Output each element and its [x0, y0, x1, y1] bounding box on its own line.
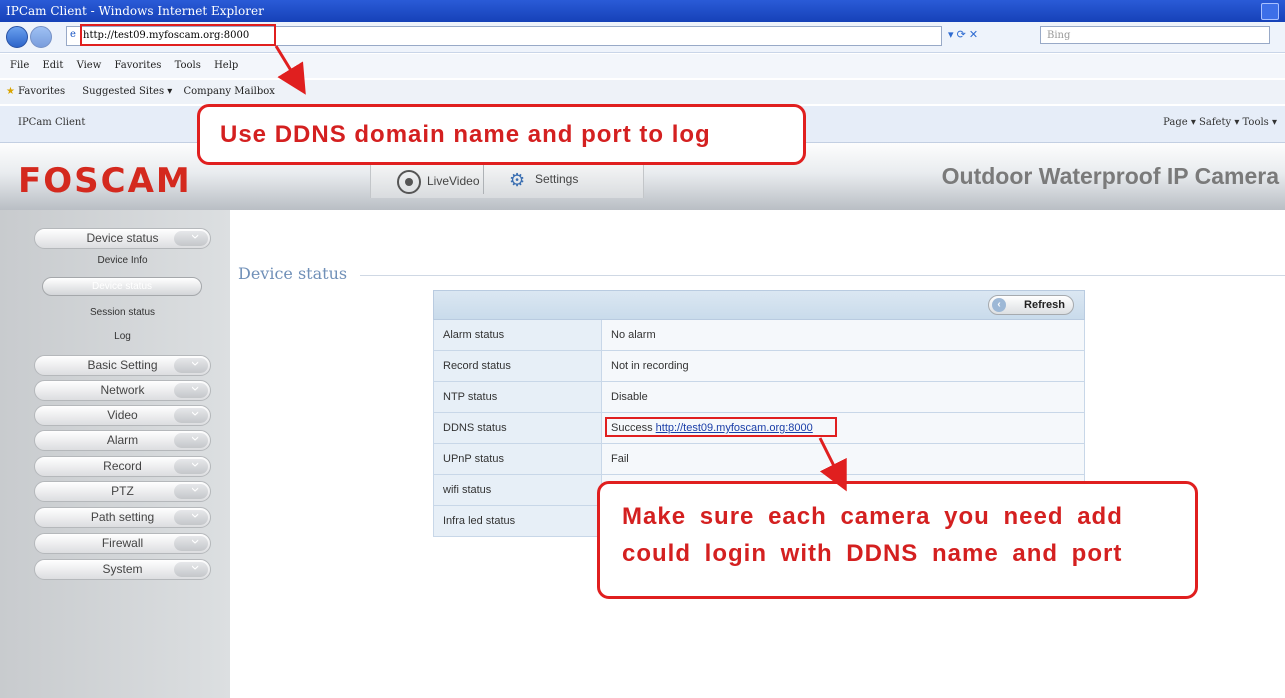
row-value: Fail [602, 444, 1084, 474]
back-icon[interactable] [6, 26, 28, 48]
window-control-button[interactable] [1261, 3, 1279, 20]
row-value: No alarm [602, 320, 1084, 350]
sidebar-item-device-status[interactable]: Device status [34, 228, 211, 249]
tab-settings[interactable]: ⚙ Settings [509, 170, 578, 190]
sidebar-item-label: Alarm [106, 433, 139, 447]
sidebar-item-label: Path setting [90, 510, 155, 524]
sidebar-item-record[interactable]: Record [34, 456, 211, 477]
table-header: ‹ Refresh [433, 290, 1085, 320]
search-input[interactable]: Bing [1040, 26, 1270, 44]
row-label: DDNS status [434, 413, 602, 443]
menu-help[interactable]: Help [214, 60, 238, 71]
chevron-down-icon [174, 510, 208, 525]
chevron-down-icon [174, 536, 208, 551]
sidebar-item-basic-setting[interactable]: Basic Setting [34, 355, 211, 376]
menu-edit[interactable]: Edit [42, 60, 63, 71]
favorites-star-icon: ★ [6, 86, 15, 97]
company-mailbox-link[interactable]: Company Mailbox [183, 86, 274, 97]
sidebar-item-firewall[interactable]: Firewall [34, 533, 211, 554]
sidebar-item-label: Record [103, 459, 142, 473]
row-label: wifi status [434, 475, 602, 505]
refresh-label: Refresh [1024, 299, 1065, 311]
sidebar-item-label: Video [107, 408, 138, 422]
tab-settings-label: Settings [535, 172, 579, 187]
chevron-down-icon [174, 433, 208, 448]
table-row: NTP status Disable [433, 382, 1085, 413]
sidebar-item-label: Basic Setting [87, 358, 158, 372]
sidebar-item-system[interactable]: System [34, 559, 211, 580]
chevron-down-icon [174, 408, 208, 423]
tab-livevideo-label: LiveVideo [427, 174, 480, 189]
menu-file[interactable]: File [10, 60, 29, 71]
sidebar-item-ptz[interactable]: PTZ [34, 481, 211, 502]
table-row: Alarm status No alarm [433, 320, 1085, 351]
page-title: Device status [238, 264, 348, 283]
menu-tools[interactable]: Tools [175, 60, 201, 71]
ie-page-icon: e [70, 29, 76, 40]
favorites-bar: ★ Favorites Suggested Sites ▾ Company Ma… [0, 80, 1285, 104]
chevron-down-icon [174, 231, 208, 246]
suggested-sites-link[interactable]: Suggested Sites ▾ [82, 86, 172, 97]
tab-separator [483, 164, 484, 194]
browser-tab-ipcam[interactable]: IPCam Client [18, 117, 85, 128]
sidebar-item-label: System [102, 562, 143, 576]
refresh-stop-icons[interactable]: ▾ ⟳ ✕ [948, 28, 978, 41]
sidebar-item-path-setting[interactable]: Path setting [34, 507, 211, 528]
chevron-down-icon [174, 484, 208, 499]
table-row: Record status Not in recording [433, 351, 1085, 382]
command-bar-tools[interactable]: Page ▾ Safety ▾ Tools ▾ [1163, 106, 1277, 140]
camera-model-title: Outdoor Waterproof IP Camera [941, 163, 1279, 189]
sidebar-sub-log[interactable]: Log [34, 331, 211, 342]
tab-livevideo[interactable]: LiveVideo [397, 170, 480, 194]
menu-view[interactable]: View [77, 60, 102, 71]
settings-gear-icon: ⚙ [509, 170, 526, 190]
sidebar-item-video[interactable]: Video [34, 405, 211, 426]
row-label: Alarm status [434, 320, 602, 350]
refresh-icon: ‹ [992, 298, 1006, 312]
sidebar-item-label: Device status [86, 231, 159, 245]
row-label: UPnP status [434, 444, 602, 474]
table-row: UPnP status Fail [433, 444, 1085, 475]
sidebar-item-label: PTZ [111, 484, 134, 498]
chevron-down-icon [174, 562, 208, 577]
chevron-down-icon [174, 459, 208, 474]
sidebar-sub-device-status-active[interactable]: Device status [42, 277, 202, 296]
chevron-down-icon [174, 383, 208, 398]
window-title: IPCam Client - Windows Internet Explorer [6, 4, 264, 18]
row-value: Not in recording [602, 351, 1084, 381]
row-label: NTP status [434, 382, 602, 412]
refresh-button[interactable]: ‹ Refresh [988, 295, 1074, 315]
row-label: Record status [434, 351, 602, 381]
annotation-line-1: Make sure each camera you need add [622, 503, 1123, 530]
sidebar-sub-session-status[interactable]: Session status [34, 307, 211, 318]
menu-bar: File Edit View Favorites Tools Help [0, 54, 1285, 78]
annotation-callout-bottom: Make sure each camera you need add could… [597, 481, 1198, 599]
annotation-callout-top: Use DDNS domain name and port to log [197, 104, 806, 165]
sidebar-item-network[interactable]: Network [34, 380, 211, 401]
sidebar-item-alarm[interactable]: Alarm [34, 430, 211, 451]
title-divider [360, 275, 1285, 276]
camera-icon [397, 170, 421, 194]
menu-favorites[interactable]: Favorites [114, 60, 161, 71]
sidebar-sub-device-info[interactable]: Device Info [34, 255, 211, 266]
row-value: Disable [602, 382, 1084, 412]
foscam-logo: FOSCAM [18, 161, 192, 201]
annotation-line-2: could login with DDNS name and port [622, 540, 1123, 567]
row-label: Infra led status [434, 506, 602, 536]
sidebar-item-label: Network [100, 383, 145, 397]
address-highlight-box [80, 24, 276, 46]
forward-icon[interactable] [30, 26, 52, 48]
window-title-bar: IPCam Client - Windows Internet Explorer [0, 0, 1285, 22]
chevron-down-icon [174, 358, 208, 373]
favorites-label[interactable]: Favorites [18, 86, 65, 97]
sidebar-item-label: Firewall [101, 536, 144, 550]
ddns-highlight-box [605, 417, 837, 437]
